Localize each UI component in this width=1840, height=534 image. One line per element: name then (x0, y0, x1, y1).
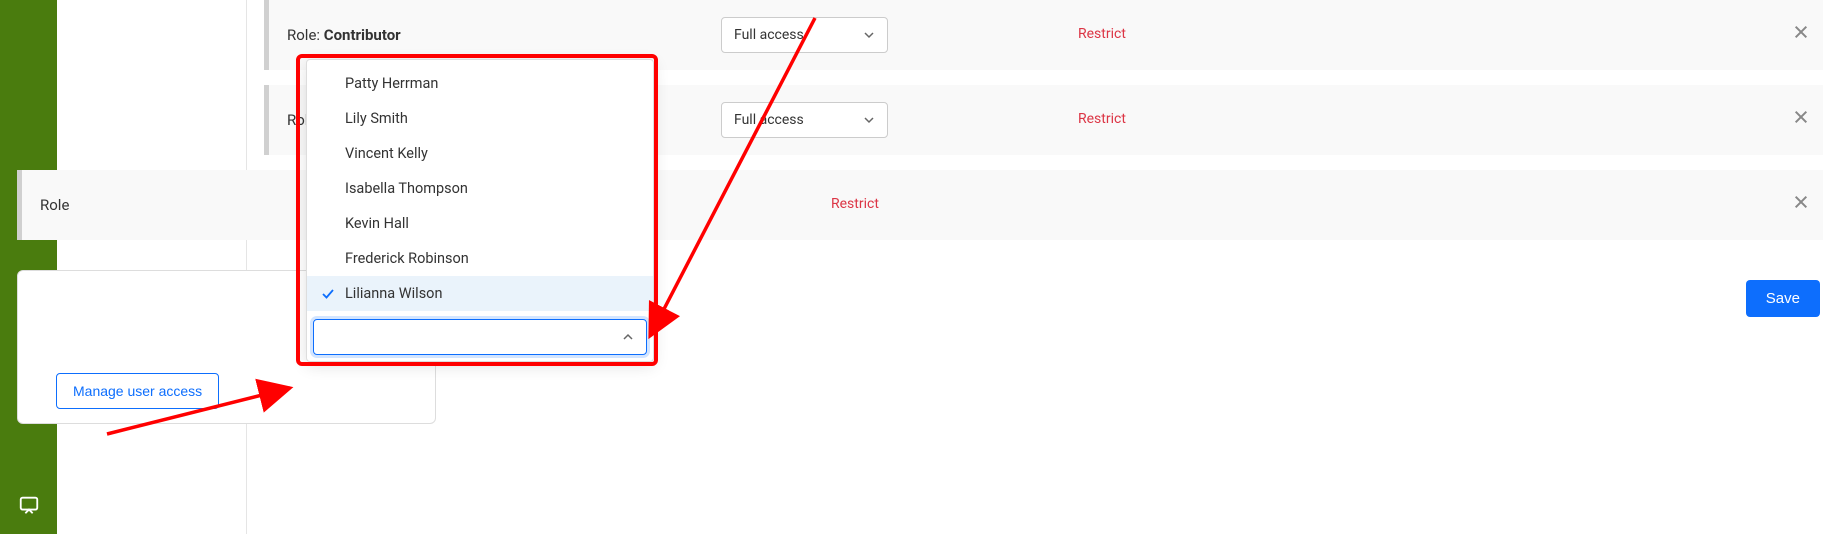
dropdown-item-label: Lily Smith (345, 110, 408, 127)
role-prefix: Role (40, 196, 69, 214)
dropdown-item[interactable]: Kevin Hall (307, 206, 653, 241)
role-name: Contributor (324, 26, 401, 44)
dropdown-item-label: Kevin Hall (345, 215, 409, 232)
restrict-link[interactable]: Restrict (1078, 26, 1126, 42)
access-select[interactable]: Full access (721, 102, 888, 138)
dropdown-item[interactable]: Lilianna Wilson (307, 276, 653, 311)
dropdown-item[interactable]: Lily Smith (307, 101, 653, 136)
dropdown-item[interactable]: Patty Herrman (307, 66, 653, 101)
chevron-down-icon (863, 114, 875, 126)
access-select[interactable]: Full access (721, 17, 888, 53)
dropdown-item-label: Vincent Kelly (345, 145, 428, 162)
dropdown-item[interactable]: Vincent Kelly (307, 136, 653, 171)
close-icon[interactable] (1793, 109, 1809, 125)
left-panel (57, 0, 247, 534)
role-label: Role: Contributor (287, 26, 401, 44)
dropdown-item-label: Lilianna Wilson (345, 285, 442, 302)
chevron-down-icon (863, 29, 875, 41)
role-row: Role Full access Restrict (17, 170, 1823, 240)
dropdown-item-label: Frederick Robinson (345, 250, 469, 267)
restrict-link[interactable]: Restrict (831, 196, 879, 212)
app-sidebar (0, 0, 57, 534)
dropdown-search-input[interactable] (313, 319, 647, 355)
manage-user-access-button[interactable]: Manage user access (56, 373, 219, 409)
restrict-link[interactable]: Restrict (1078, 111, 1126, 127)
dropdown-item[interactable]: Isabella Thompson (307, 171, 653, 206)
access-value: Full access (734, 112, 804, 128)
dropdown-item-label: Patty Herrman (345, 75, 438, 92)
dropdown-item[interactable]: Frederick Robinson (307, 241, 653, 276)
check-icon (321, 287, 335, 301)
role-prefix: Role: (287, 26, 324, 44)
user-dropdown: Patty Herrman Lily Smith Vincent Kelly I… (306, 59, 654, 362)
dropdown-item-label: Isabella Thompson (345, 180, 468, 197)
role-label: Role (40, 196, 69, 214)
save-button[interactable]: Save (1746, 280, 1820, 317)
close-icon[interactable] (1793, 24, 1809, 40)
access-value: Full access (734, 27, 804, 43)
feedback-icon[interactable] (18, 494, 40, 516)
close-icon[interactable] (1793, 194, 1809, 210)
chevron-up-icon (622, 331, 634, 343)
